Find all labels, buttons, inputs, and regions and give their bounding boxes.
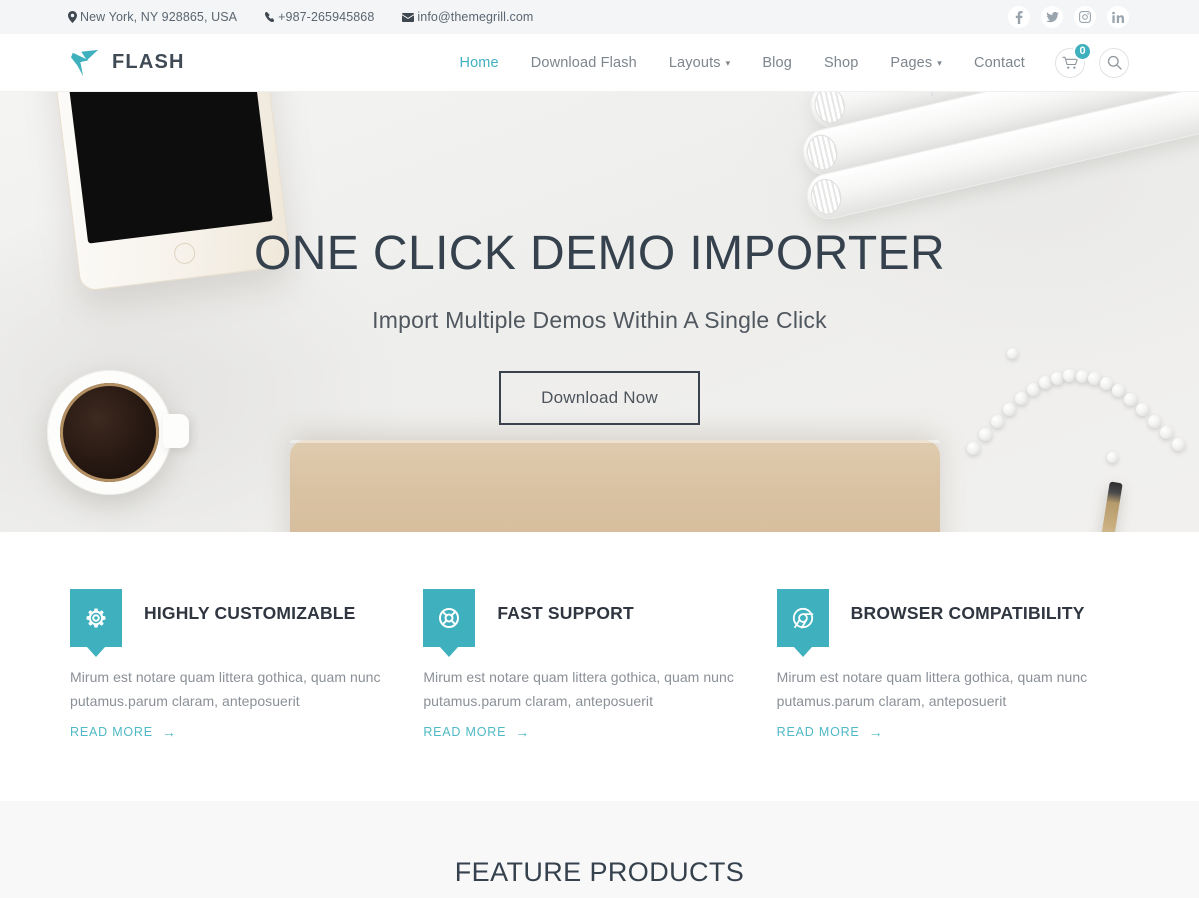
feature-header: HIGHLY CUSTOMIZABLE (70, 589, 383, 657)
feature-header: FAST SUPPORT (423, 589, 736, 657)
features-container: HIGHLY CUSTOMIZABLE Mirum est notare qua… (70, 589, 1130, 741)
feature-card-browser-compatibility: BROWSER COMPATIBILITY Mirum est notare q… (776, 589, 1130, 741)
topbar-phone: +987-265945868 (265, 10, 374, 24)
topbar-email-text: info@themegrill.com (417, 10, 534, 24)
phone-icon (265, 11, 275, 23)
nav-item-home-label: Home (459, 54, 499, 71)
nav-item-contact-label: Contact (973, 54, 1025, 71)
nav-item-blog[interactable]: Blog (746, 55, 808, 71)
flash-bird-icon (71, 49, 99, 76)
hero-section: ONE CLICK DEMO IMPORTER Import Multiple … (0, 92, 1199, 532)
facebook-icon[interactable] (1008, 6, 1030, 28)
cart-count-badge: 0 (1073, 41, 1092, 61)
nav-item-layouts[interactable]: Layouts ▾ (653, 55, 747, 71)
search-icon (1107, 55, 1122, 70)
feature-icon-badge (776, 589, 829, 657)
arrow-right-icon: → (868, 724, 884, 741)
feature-description: Mirum est notare quam littera gothica, q… (776, 669, 1088, 710)
envelope-icon (402, 12, 415, 22)
feature-card-highly-customizable: HIGHLY CUSTOMIZABLE Mirum est notare qua… (70, 589, 423, 741)
read-more-link[interactable]: READ MORE → (423, 725, 530, 739)
download-now-button[interactable]: Download Now (499, 370, 700, 425)
feature-icon-badge (423, 589, 476, 657)
topbar-address-text: New York, NY 928865, USA (80, 10, 238, 24)
main-navigation: Home Download Flash Layouts ▾ Blog Shop … (443, 55, 1041, 71)
feature-products-heading: FEATURE PRODUCTS (454, 857, 745, 888)
nav-item-download-flash-label: Download Flash (530, 54, 637, 71)
location-pin-icon (68, 11, 77, 23)
feature-products-section: FEATURE PRODUCTS Collaboratively adminis… (0, 801, 1199, 898)
social-links (1008, 0, 1129, 34)
arrow-right-icon: → (161, 724, 177, 741)
arrow-right-icon: → (515, 724, 531, 741)
read-more-label: READ MORE (423, 725, 507, 740)
topbar-email: info@themegrill.com (402, 10, 533, 24)
feature-description: Mirum est notare quam littera gothica, q… (70, 669, 381, 710)
brand-name: FLASH (112, 51, 185, 73)
nav-item-shop[interactable]: Shop (808, 55, 874, 71)
topbar-address: New York, NY 928865, USA (68, 10, 237, 24)
feature-title: HIGHLY CUSTOMIZABLE (144, 603, 356, 623)
feature-title: FAST SUPPORT (497, 603, 634, 623)
lifebuoy-icon (439, 608, 460, 628)
nav-item-download-flash[interactable]: Download Flash (515, 55, 653, 71)
site-header: FLASH Home Download Flash Layouts ▾ Blog… (0, 34, 1199, 92)
feature-header: BROWSER COMPATIBILITY (776, 589, 1090, 657)
header-actions: 0 (1055, 41, 1129, 78)
brand-logo[interactable]: FLASH (70, 49, 185, 77)
topbar-contact-info: New York, NY 928865, USA +987-265945868 … (68, 10, 533, 24)
feature-icon-badge (70, 589, 122, 657)
nav-item-shop-label: Shop (823, 54, 859, 71)
read-more-label: READ MORE (70, 725, 153, 740)
gear-icon (86, 608, 106, 628)
hero-subtitle: Import Multiple Demos Within A Single Cl… (372, 306, 827, 333)
hero-content: ONE CLICK DEMO IMPORTER Import Multiple … (0, 92, 1199, 532)
nav-item-layouts-label: Layouts (668, 54, 721, 71)
features-section: HIGHLY CUSTOMIZABLE Mirum est notare qua… (0, 532, 1199, 802)
chrome-icon (792, 607, 813, 629)
cart-button[interactable]: 0 (1055, 41, 1092, 78)
search-button[interactable] (1099, 47, 1129, 78)
read-more-link[interactable]: READ MORE → (70, 725, 177, 739)
nav-item-home[interactable]: Home (443, 55, 514, 71)
nav-item-blog-label: Blog (762, 54, 792, 71)
chevron-down-icon: ▾ (725, 58, 731, 68)
chevron-down-icon: ▾ (937, 58, 942, 68)
nav-item-pages[interactable]: Pages ▾ (874, 55, 958, 71)
twitter-icon[interactable] (1041, 6, 1063, 28)
instagram-icon[interactable] (1074, 6, 1096, 28)
topbar-phone-text: +987-265945868 (278, 10, 375, 24)
read-more-label: READ MORE (776, 725, 860, 740)
hero-title: ONE CLICK DEMO IMPORTER (253, 227, 946, 280)
feature-card-fast-support: FAST SUPPORT Mirum est notare quam litte… (423, 589, 776, 741)
feature-title: BROWSER COMPATIBILITY (850, 603, 1085, 623)
top-bar: New York, NY 928865, USA +987-265945868 … (0, 0, 1199, 34)
nav-item-pages-label: Pages (890, 54, 933, 71)
linkedin-icon[interactable] (1107, 6, 1129, 28)
read-more-link[interactable]: READ MORE → (777, 725, 884, 739)
feature-description: Mirum est notare quam littera gothica, q… (423, 669, 734, 710)
nav-item-contact[interactable]: Contact (958, 55, 1041, 71)
